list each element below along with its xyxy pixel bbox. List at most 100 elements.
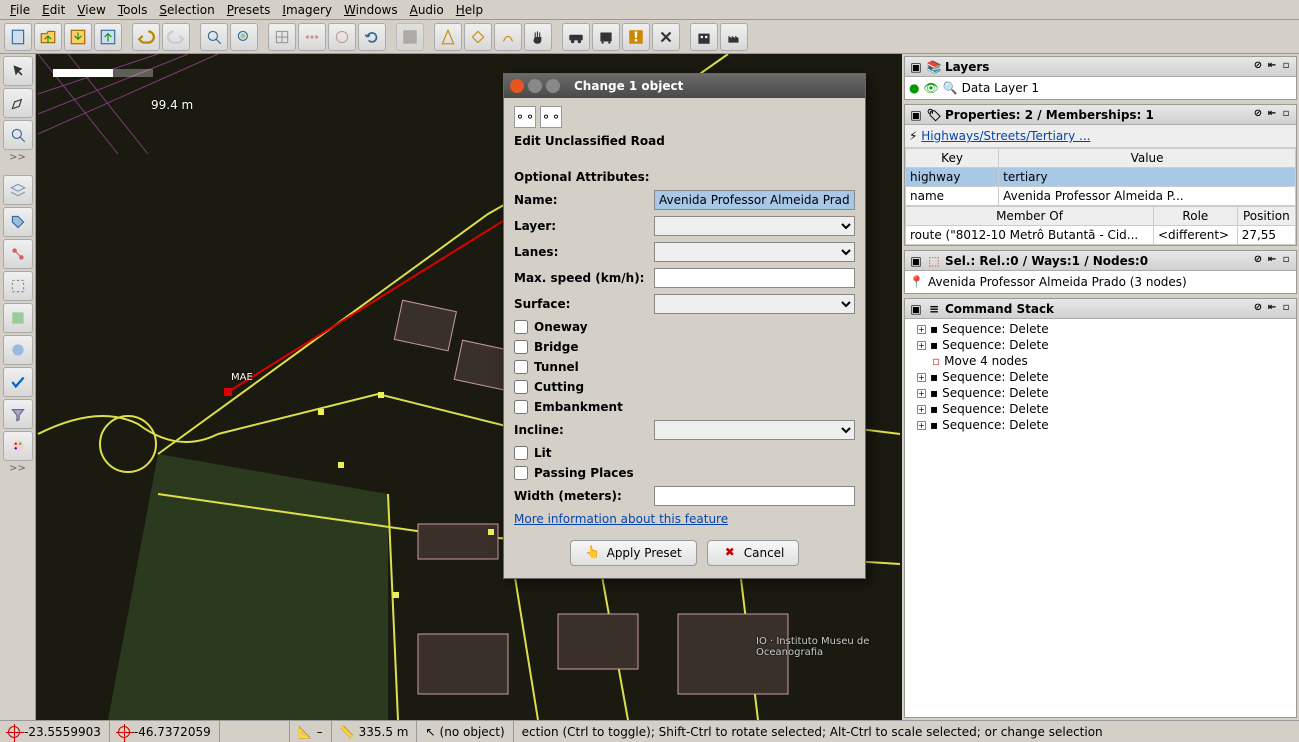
panel-toggle-icon[interactable]: ▣ bbox=[909, 302, 923, 316]
preset-icon-1[interactable]: ⚬⚬ bbox=[514, 106, 536, 128]
command-row[interactable]: ▫Move 4 nodes bbox=[907, 353, 1294, 369]
cutting-check[interactable] bbox=[514, 380, 528, 394]
selection-tool[interactable] bbox=[3, 271, 33, 301]
menu-edit[interactable]: Edit bbox=[36, 1, 71, 19]
save-button[interactable] bbox=[64, 23, 92, 51]
overflow-label[interactable]: >> bbox=[9, 152, 26, 163]
close-icon[interactable]: ▫ bbox=[1280, 255, 1292, 267]
tree-expand-icon[interactable]: + bbox=[917, 373, 926, 382]
command-row[interactable]: +▪Sequence: Delete bbox=[907, 401, 1294, 417]
pin-icon[interactable]: ⊘ bbox=[1252, 109, 1264, 121]
align-button[interactable] bbox=[298, 23, 326, 51]
surface-select[interactable] bbox=[654, 294, 855, 314]
crossing-button[interactable] bbox=[652, 23, 680, 51]
preset-foot-button[interactable] bbox=[494, 23, 522, 51]
menu-windows[interactable]: Windows bbox=[338, 1, 404, 19]
dialog-titlebar[interactable]: Change 1 object bbox=[504, 74, 865, 98]
dialog-max-icon[interactable] bbox=[546, 79, 560, 93]
tunnel-check[interactable] bbox=[514, 360, 528, 374]
apply-preset-button[interactable]: 👆Apply Preset bbox=[570, 540, 697, 566]
pin-icon[interactable]: ⊘ bbox=[1252, 303, 1264, 315]
command-row[interactable]: +▪Sequence: Delete bbox=[907, 369, 1294, 385]
visible-icon[interactable]: ● bbox=[909, 81, 919, 95]
menu-help[interactable]: Help bbox=[450, 1, 489, 19]
menu-audio[interactable]: Audio bbox=[404, 1, 450, 19]
tags-tool[interactable] bbox=[3, 207, 33, 237]
lit-check[interactable] bbox=[514, 446, 528, 460]
oneway-check[interactable] bbox=[514, 320, 528, 334]
overflow-label-2[interactable]: >> bbox=[9, 463, 26, 474]
relations-tool[interactable] bbox=[3, 239, 33, 269]
pin-icon[interactable]: ⊘ bbox=[1252, 255, 1264, 267]
layers-tool[interactable] bbox=[3, 175, 33, 205]
pin-icon[interactable]: ⊘ bbox=[1252, 61, 1264, 73]
upload-button[interactable] bbox=[94, 23, 122, 51]
command-row[interactable]: +▪Sequence: Delete bbox=[907, 321, 1294, 337]
zoom-data-button[interactable] bbox=[230, 23, 258, 51]
name-input[interactable] bbox=[654, 190, 855, 210]
industry-button[interactable] bbox=[720, 23, 748, 51]
layer-select[interactable] bbox=[654, 216, 855, 236]
menu-imagery[interactable]: Imagery bbox=[276, 1, 338, 19]
selection-row[interactable]: 📍 Avenida Professor Almeida Prado (3 nod… bbox=[909, 275, 1292, 289]
layer-row[interactable]: ● 👁 🔍 Data Layer 1 bbox=[907, 79, 1294, 97]
table-row[interactable]: nameAvenida Professor Almeida P... bbox=[906, 187, 1296, 206]
hand-button[interactable] bbox=[524, 23, 552, 51]
col-value[interactable]: Value bbox=[999, 149, 1296, 168]
minimize-icon[interactable]: ⇤ bbox=[1266, 61, 1278, 73]
warning-button[interactable]: ! bbox=[622, 23, 650, 51]
table-row[interactable]: route ("8012-10 Metrô Butantã - Cid...<d… bbox=[906, 226, 1296, 245]
active-icon[interactable]: 👁 bbox=[923, 81, 938, 95]
more-info-link[interactable]: More information about this feature bbox=[514, 512, 855, 526]
preset-link[interactable]: Highways/Streets/Tertiary ... bbox=[921, 129, 1090, 143]
redo-button[interactable] bbox=[162, 23, 190, 51]
width-input[interactable] bbox=[654, 486, 855, 506]
imagery-button[interactable] bbox=[396, 23, 424, 51]
filter-tool[interactable] bbox=[3, 399, 33, 429]
palette-tool[interactable] bbox=[3, 431, 33, 461]
lanes-select[interactable] bbox=[654, 242, 855, 262]
table-row[interactable]: highwaytertiary bbox=[906, 168, 1296, 187]
incline-select[interactable] bbox=[654, 420, 855, 440]
bus-button[interactable] bbox=[592, 23, 620, 51]
wireframe-button[interactable] bbox=[268, 23, 296, 51]
command-row[interactable]: +▪Sequence: Delete bbox=[907, 337, 1294, 353]
open-button[interactable] bbox=[34, 23, 62, 51]
zoom-tool[interactable] bbox=[3, 120, 33, 150]
col-key[interactable]: Key bbox=[906, 149, 999, 168]
panel-toggle-icon[interactable]: ▣ bbox=[909, 108, 923, 122]
car-button[interactable] bbox=[562, 23, 590, 51]
panel-toggle-icon[interactable]: ▣ bbox=[909, 254, 923, 268]
building-button[interactable] bbox=[690, 23, 718, 51]
col-memberof[interactable]: Member Of bbox=[906, 207, 1154, 226]
menu-tools[interactable]: Tools bbox=[112, 1, 154, 19]
menu-presets[interactable]: Presets bbox=[221, 1, 277, 19]
passing-check[interactable] bbox=[514, 466, 528, 480]
preset-icon-2[interactable]: ⚬⚬ bbox=[540, 106, 562, 128]
dialog-min-icon[interactable] bbox=[528, 79, 542, 93]
menu-view[interactable]: View bbox=[71, 1, 111, 19]
minimize-icon[interactable]: ⇤ bbox=[1266, 303, 1278, 315]
panel-toggle-icon[interactable]: ▣ bbox=[909, 60, 923, 74]
close-icon[interactable]: ▫ bbox=[1280, 61, 1292, 73]
undo-button[interactable] bbox=[132, 23, 160, 51]
map-tool[interactable] bbox=[3, 335, 33, 365]
cancel-button[interactable]: ✖Cancel bbox=[707, 540, 800, 566]
close-icon[interactable]: ▫ bbox=[1280, 303, 1292, 315]
minimize-icon[interactable]: ⇤ bbox=[1266, 109, 1278, 121]
dialog-close-icon[interactable] bbox=[510, 79, 524, 93]
preset-highway-button[interactable] bbox=[434, 23, 462, 51]
tree-expand-icon[interactable]: + bbox=[917, 325, 926, 334]
draw-tool[interactable] bbox=[3, 88, 33, 118]
zoom-button[interactable] bbox=[200, 23, 228, 51]
close-icon[interactable]: ▫ bbox=[1280, 109, 1292, 121]
preset-cycle-button[interactable] bbox=[464, 23, 492, 51]
select-tool[interactable] bbox=[3, 56, 33, 86]
command-row[interactable]: +▪Sequence: Delete bbox=[907, 417, 1294, 433]
circle-button[interactable] bbox=[328, 23, 356, 51]
tree-expand-icon[interactable]: + bbox=[917, 405, 926, 414]
refresh-button[interactable] bbox=[358, 23, 386, 51]
new-button[interactable] bbox=[4, 23, 32, 51]
minimize-icon[interactable]: ⇤ bbox=[1266, 255, 1278, 267]
tree-expand-icon[interactable]: + bbox=[917, 341, 926, 350]
